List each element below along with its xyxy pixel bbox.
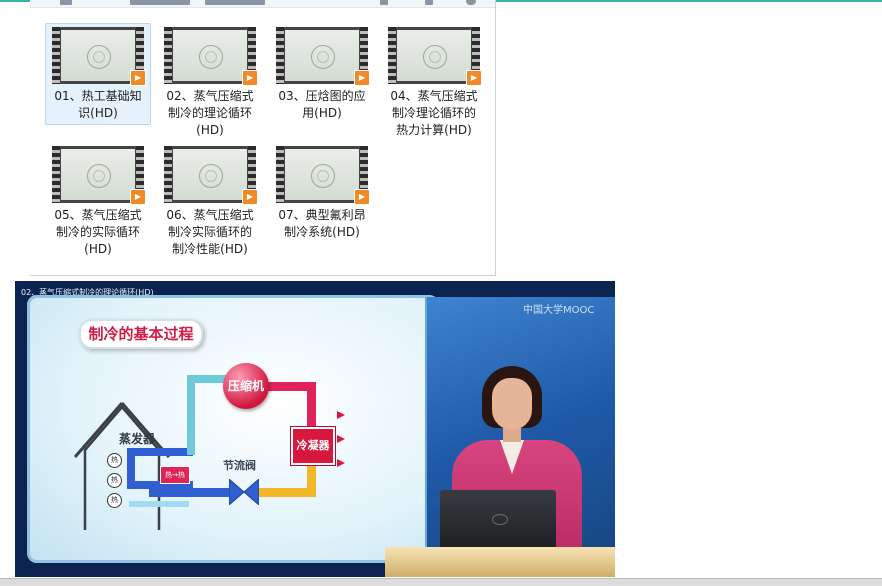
toolbar-stub bbox=[425, 0, 433, 5]
presenter-neck bbox=[503, 428, 521, 442]
heat-out-arrow bbox=[337, 459, 345, 467]
play-icon: ▶ bbox=[130, 189, 146, 205]
heat-badge: 热 bbox=[107, 473, 122, 488]
heat-badge: 热 bbox=[107, 493, 122, 508]
pipe-warm bbox=[249, 488, 316, 497]
compressor-node: 压缩机 bbox=[223, 363, 269, 409]
pipe-suction bbox=[187, 375, 227, 383]
file-tile[interactable]: ▶ 07、典型氟利昂制冷系统(HD) bbox=[270, 143, 374, 241]
valve-icon bbox=[229, 479, 259, 505]
play-icon: ▶ bbox=[354, 70, 370, 86]
toolbar-stub bbox=[130, 0, 190, 5]
video-file-icon: ▶ bbox=[164, 146, 258, 205]
video-file-icon: ▶ bbox=[388, 27, 482, 86]
evaporator-tray bbox=[129, 501, 189, 507]
video-file-icon: ▶ bbox=[52, 146, 146, 205]
file-explorer-panel: ▶ 01、热工基础知识(HD) ▶ 02、蒸气压缩式制冷的理论循环(HD) ▶ … bbox=[30, 0, 496, 276]
pipe-return bbox=[149, 488, 229, 497]
file-tile[interactable]: ▶ 03、压焓图的应用(HD) bbox=[270, 24, 374, 122]
heat-out-arrow bbox=[337, 411, 345, 419]
play-icon: ▶ bbox=[130, 70, 146, 86]
toolbar-stub bbox=[205, 0, 265, 5]
file-tile[interactable]: ▶ 04、蒸气压缩式制冷理论循环的热力计算(HD) bbox=[382, 24, 486, 139]
valve-label: 节流阀 bbox=[223, 459, 256, 472]
pipe-suction bbox=[187, 375, 195, 455]
file-name: 05、蒸气压缩式制冷的实际循环(HD) bbox=[54, 208, 142, 256]
play-icon: ▶ bbox=[354, 189, 370, 205]
file-name: 07、典型氟利昂制冷系统(HD) bbox=[278, 208, 366, 239]
file-tile[interactable]: ▶ 05、蒸气压缩式制冷的实际循环(HD) bbox=[46, 143, 150, 258]
file-name: 04、蒸气压缩式制冷理论循环的热力计算(HD) bbox=[390, 89, 478, 137]
slide-heading: 制冷的基本过程 bbox=[79, 319, 203, 349]
house-outline-icon bbox=[73, 402, 171, 530]
explorer-toolbar-strip bbox=[30, 0, 495, 8]
presenter-face bbox=[492, 378, 532, 430]
lectern-desk bbox=[385, 547, 615, 577]
mooc-logo: 中国大学MOOC bbox=[523, 305, 595, 316]
file-tile[interactable]: ▶ 01、热工基础知识(HD) bbox=[45, 23, 151, 125]
file-name: 03、压焓图的应用(HD) bbox=[278, 89, 366, 120]
file-name: 06、蒸气压缩式制冷实际循环的制冷性能(HD) bbox=[166, 208, 254, 256]
play-icon: ▶ bbox=[242, 70, 258, 86]
toolbar-stub bbox=[380, 0, 388, 5]
heat-flow-label: 热→热 bbox=[160, 466, 190, 484]
file-tile[interactable]: ▶ 06、蒸气压缩式制冷实际循环的制冷性能(HD) bbox=[158, 143, 262, 258]
heat-badge: 热 bbox=[107, 453, 122, 468]
pipe-cold bbox=[127, 448, 193, 456]
video-file-icon: ▶ bbox=[164, 27, 258, 86]
help-icon[interactable] bbox=[466, 0, 476, 5]
video-file-icon: ▶ bbox=[276, 27, 370, 86]
file-tile[interactable]: ▶ 02、蒸气压缩式制冷的理论循环(HD) bbox=[158, 24, 262, 139]
toolbar-stub bbox=[60, 0, 72, 5]
pipe-hot bbox=[307, 382, 316, 430]
video-file-icon: ▶ bbox=[52, 27, 146, 86]
heat-out-arrow bbox=[337, 435, 345, 443]
file-name: 01、热工基础知识(HD) bbox=[54, 89, 142, 120]
laptop-logo bbox=[492, 514, 508, 525]
play-icon: ▶ bbox=[466, 70, 482, 86]
condenser-node: 冷凝器 bbox=[291, 427, 335, 465]
play-icon: ▶ bbox=[242, 189, 258, 205]
lecture-slide: 制冷的基本过程 压缩机 冷凝器 蒸发器 节流阀 热 热 热 热→热 bbox=[27, 295, 439, 563]
file-name: 02、蒸气压缩式制冷的理论循环(HD) bbox=[166, 89, 254, 137]
evaporator-label: 蒸发器 bbox=[119, 432, 156, 446]
video-file-icon: ▶ bbox=[276, 146, 370, 205]
